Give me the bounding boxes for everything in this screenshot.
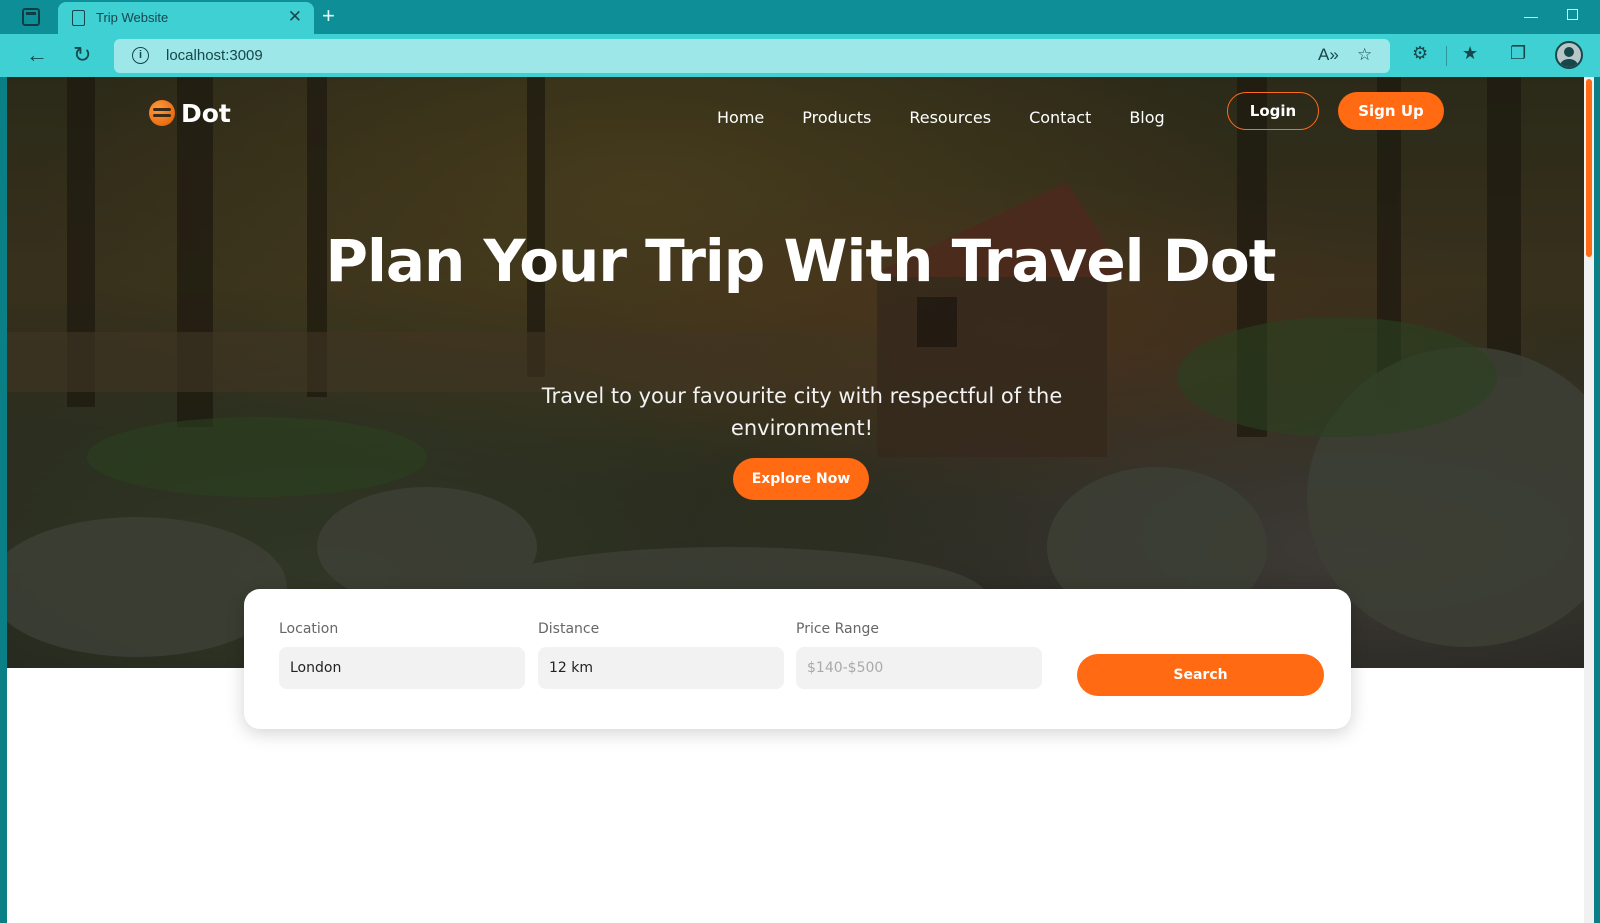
site-info-icon[interactable]: i [132,47,149,64]
nav-contact[interactable]: Contact [1029,108,1091,127]
main-nav: Home Products Resources Contact Blog [717,99,1203,135]
favorites-icon[interactable]: ★ [1462,43,1478,64]
site-logo[interactable]: Dot [149,95,231,131]
profile-avatar[interactable] [1555,41,1583,69]
read-aloud-icon[interactable]: A» [1318,45,1339,65]
minimize-icon[interactable]: — [1524,8,1538,24]
hero-title: Plan Your Trip With Travel Dot [325,227,1277,295]
search-card: Location Distance Price Range Search [244,589,1351,729]
location-label: Location [279,621,339,637]
price-range-field: Price Range [796,621,1042,689]
tab-actions-icon[interactable] [22,8,40,26]
add-favorite-icon[interactable]: ☆ [1357,45,1372,65]
nav-home[interactable]: Home [717,108,764,127]
explore-now-button[interactable]: Explore Now [733,458,869,500]
browser-toolbar: ← ↻ i localhost:3009 A» ☆ ⚙ ★ ❐ [0,34,1600,77]
hero-content: Dot Home Products Resources Contact Blog… [7,77,1594,668]
refresh-icon[interactable]: ↻ [73,41,91,69]
tab-title: Trip Website [96,10,169,25]
distance-input[interactable] [538,647,784,689]
search-button[interactable]: Search [1077,654,1324,696]
nav-resources[interactable]: Resources [909,108,991,127]
distance-label: Distance [538,621,600,637]
page-viewport: Dot Home Products Resources Contact Blog… [7,77,1594,923]
maximize-icon[interactable] [1567,9,1578,20]
toolbar-divider [1446,46,1447,66]
collections-icon[interactable]: ❐ [1510,43,1526,64]
price-range-label: Price Range [796,621,879,637]
logo-text: Dot [181,98,231,128]
distance-field: Distance [538,621,784,689]
new-tab-icon[interactable]: + [322,3,335,29]
nav-products[interactable]: Products [802,108,871,127]
back-icon[interactable]: ← [26,41,48,69]
nav-blog[interactable]: Blog [1129,108,1164,127]
login-button[interactable]: Login [1227,92,1319,130]
hero-subtitle: Travel to your favourite city with respe… [541,384,1063,440]
extensions-icon[interactable]: ⚙ [1412,43,1428,64]
address-url[interactable]: localhost:3009 [166,47,263,64]
close-tab-icon[interactable]: ✕ [288,7,302,27]
hero-section: Dot Home Products Resources Contact Blog… [7,77,1594,668]
page-icon [72,10,85,26]
location-field: Location [279,621,525,689]
price-range-input[interactable] [796,647,1042,689]
browser-tab-bar: Trip Website ✕ + — [0,0,1600,34]
signup-button[interactable]: Sign Up [1338,92,1444,130]
address-bar[interactable]: i localhost:3009 A» ☆ [114,39,1390,73]
logo-icon [149,100,175,126]
browser-tab[interactable]: Trip Website ✕ [58,2,314,34]
location-input[interactable] [279,647,525,689]
